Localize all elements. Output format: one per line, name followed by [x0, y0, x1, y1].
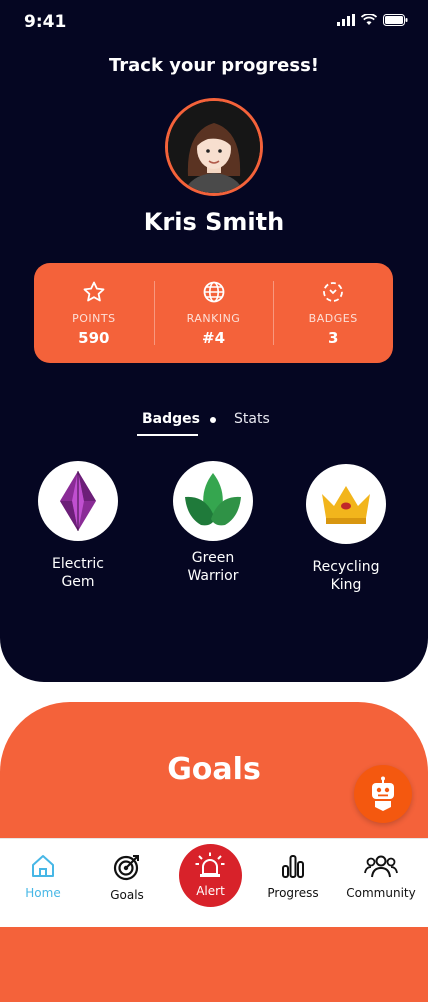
star-icon — [83, 281, 105, 301]
tab-bar: Badges Stats — [0, 408, 428, 438]
tab-badges[interactable]: Badges — [142, 411, 200, 427]
stat-label: POINTS — [72, 311, 116, 325]
nav-community[interactable]: Community — [343, 853, 419, 900]
nav-label: Progress — [267, 886, 319, 900]
crown-icon — [322, 486, 370, 524]
home-icon — [32, 855, 54, 877]
badge-green-warrior[interactable]: Green Warrior — [153, 461, 273, 585]
nav-home[interactable]: Home — [8, 853, 78, 900]
leaf-icon — [185, 473, 241, 526]
tab-separator-dot — [210, 417, 216, 423]
target-icon — [113, 855, 139, 881]
status-time: 9:41 — [24, 12, 67, 32]
badge-name-line: Recycling — [312, 559, 380, 575]
nav-goals[interactable]: Goals — [92, 853, 162, 902]
stat-points: POINTS 590 — [34, 263, 154, 363]
bar-chart-icon — [282, 855, 304, 878]
siren-icon — [195, 852, 225, 877]
nav-label: Home — [25, 886, 61, 900]
status-icons — [337, 14, 408, 26]
robot-icon — [372, 776, 394, 811]
stat-ranking: RANKING #4 — [153, 263, 274, 363]
badge-name-line: Gem — [61, 574, 95, 590]
stat-value: #4 — [202, 328, 226, 347]
avatar[interactable] — [165, 98, 263, 196]
stat-label: RANKING — [186, 311, 241, 325]
badge-name-line: Electric — [52, 556, 104, 572]
page-title: Track your progress! — [108, 55, 320, 76]
badge-electric-gem[interactable]: Electric Gem — [18, 461, 138, 591]
status-bar: 9:41 — [0, 0, 428, 44]
chatbot-button[interactable] — [354, 765, 412, 823]
stat-value: 590 — [78, 328, 110, 347]
stat-badges: BADGES 3 — [273, 263, 393, 363]
wifi-icon — [361, 14, 377, 25]
badge-icon — [323, 281, 344, 302]
badge-circle — [173, 461, 253, 541]
stat-label: BADGES — [308, 311, 358, 325]
gem-icon — [60, 471, 96, 531]
badge-circle — [306, 464, 386, 544]
nav-label: Alert — [196, 884, 225, 898]
badge-recycling-king[interactable]: Recycling King — [286, 464, 406, 594]
battery-icon — [383, 14, 408, 26]
badge-name: Recycling King — [286, 558, 406, 594]
stat-value: 3 — [327, 328, 339, 347]
avatar-illustration — [168, 101, 260, 193]
badge-circle — [38, 461, 118, 541]
badge-name-line: Green — [191, 550, 235, 566]
tab-stats[interactable]: Stats — [234, 411, 270, 427]
nav-label: Goals — [110, 888, 144, 902]
badge-name: Green Warrior — [153, 549, 273, 585]
nav-alert[interactable]: Alert — [179, 844, 242, 907]
badge-name: Electric Gem — [18, 555, 138, 591]
profile-name: Kris Smith — [143, 208, 285, 236]
nav-label: Community — [346, 886, 416, 900]
nav-progress[interactable]: Progress — [258, 853, 328, 900]
badge-name-line: King — [330, 577, 362, 593]
community-icon — [364, 855, 398, 878]
stats-card: POINTS 590 RANKING #4 BADGES 3 — [34, 263, 393, 363]
badge-name-line: Warrior — [187, 568, 239, 584]
active-tab-indicator — [137, 434, 198, 436]
signal-icon — [337, 14, 355, 26]
globe-icon — [203, 281, 224, 302]
